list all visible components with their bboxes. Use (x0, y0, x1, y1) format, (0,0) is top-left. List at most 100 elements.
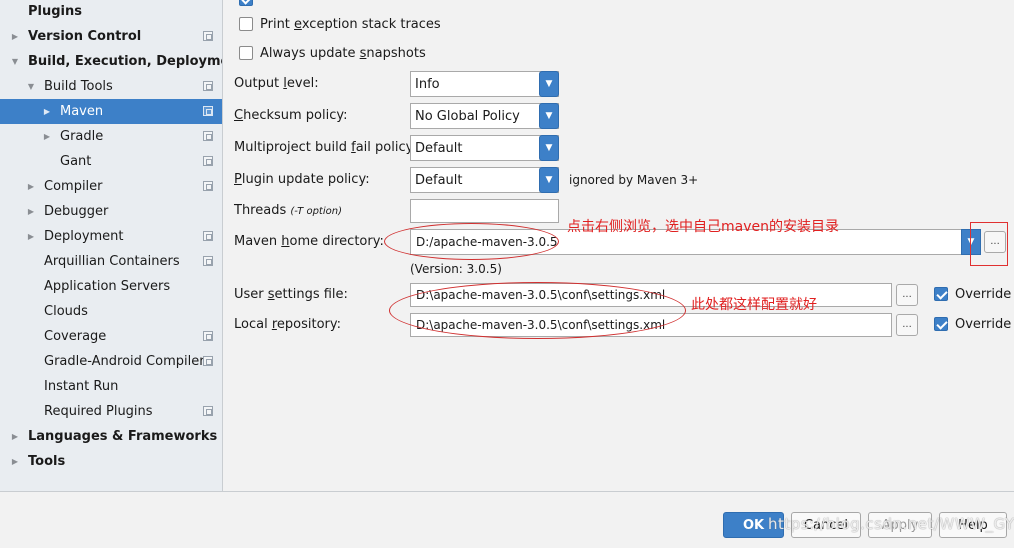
chevron-right-icon[interactable]: ▶ (10, 456, 20, 466)
sidebar-item-maven[interactable]: ▶ Maven (0, 99, 222, 124)
sidebar-item-label: Gradle (60, 129, 104, 144)
chevron-right-icon[interactable]: ▶ (42, 131, 52, 141)
top-partial-checkbox[interactable] (239, 0, 253, 6)
sidebar-item-build-execution-deployment[interactable]: ▼ Build, Execution, Deployment (0, 49, 222, 74)
annotation-config-note: 此处都这样配置就好 (691, 297, 817, 313)
user-settings-override-checkbox[interactable] (934, 287, 948, 301)
sidebar-item-deployment[interactable]: ▶ Deployment (0, 224, 222, 249)
multiproject-policy-select[interactable]: Default ▼ (410, 135, 559, 161)
threads-label: Threads (-T option) (234, 203, 342, 218)
sidebar-item-plugins[interactable]: Plugins (0, 0, 222, 24)
checksum-policy-value: No Global Policy (415, 109, 520, 124)
project-level-icon (203, 181, 213, 191)
sidebar-item-label: Maven (60, 104, 104, 119)
project-level-icon (203, 31, 213, 41)
project-level-icon (203, 231, 213, 241)
print-exception-label: Print exception stack traces (260, 17, 441, 32)
multiproject-policy-value: Default (415, 141, 463, 156)
sidebar-item-instant-run[interactable]: Instant Run (0, 374, 222, 399)
chevron-down-icon[interactable]: ▼ (26, 81, 36, 91)
sidebar-item-label: Version Control (28, 29, 142, 44)
chevron-down-icon[interactable]: ▼ (539, 71, 559, 97)
sidebar-item-label: Languages & Frameworks (28, 429, 218, 444)
chevron-right-icon[interactable]: ▶ (26, 231, 36, 241)
plugin-update-policy-value: Default (415, 173, 463, 188)
chevron-right-icon[interactable]: ▶ (10, 431, 20, 441)
chevron-down-icon[interactable]: ▼ (539, 167, 559, 193)
annotation-ellipse-maven-home (384, 223, 559, 260)
checksum-policy-select[interactable]: No Global Policy ▼ (410, 103, 559, 129)
chevron-right-icon[interactable]: ▶ (26, 181, 36, 191)
sidebar-item-label: Coverage (44, 329, 107, 344)
maven-version: (Version: 3.0.5) (410, 262, 502, 276)
sidebar-item-arquillian-containers[interactable]: Arquillian Containers (0, 249, 222, 274)
multiproject-policy-label: Multiproject build fail policy: (234, 140, 417, 155)
always-update-checkbox[interactable] (239, 46, 253, 60)
sidebar-item-tools[interactable]: ▶ Tools (0, 449, 222, 474)
sidebar-item-application-servers[interactable]: Application Servers (0, 274, 222, 299)
sidebar-item-required-plugins[interactable]: Required Plugins (0, 399, 222, 424)
plugin-update-policy-label: Plugin update policy: (234, 172, 370, 187)
chevron-down-icon[interactable]: ▼ (539, 103, 559, 129)
chevron-right-icon[interactable]: ▶ (26, 206, 36, 216)
plugin-update-hint: ignored by Maven 3+ (569, 173, 699, 187)
sidebar-item-label: Deployment (44, 229, 124, 244)
chevron-down-icon[interactable]: ▼ (539, 135, 559, 161)
sidebar-item-debugger[interactable]: ▶ Debugger (0, 199, 222, 224)
project-level-icon (203, 106, 213, 116)
sidebar-item-languages-frameworks[interactable]: ▶ Languages & Frameworks (0, 424, 222, 449)
user-settings-label: User settings file: (234, 287, 348, 302)
threads-input[interactable] (410, 199, 559, 223)
user-settings-browse-button[interactable]: ... (896, 284, 918, 306)
sidebar-item-label: Gant (60, 154, 92, 169)
annotation-box-browse (970, 222, 1008, 266)
local-repository-override-checkbox[interactable] (934, 317, 948, 331)
local-repository-override-label: Override (955, 317, 1012, 332)
sidebar-item-label: Arquillian Containers (44, 254, 180, 269)
project-level-icon (203, 331, 213, 341)
sidebar-item-label: Compiler (44, 179, 103, 194)
sidebar-item-version-control[interactable]: ▶ Version Control (0, 24, 222, 49)
sidebar-item-coverage[interactable]: Coverage (0, 324, 222, 349)
sidebar-item-label: Debugger (44, 204, 109, 219)
sidebar-item-clouds[interactable]: Clouds (0, 299, 222, 324)
annotation-ellipse-settings (389, 282, 686, 339)
print-exception-checkbox[interactable] (239, 17, 253, 31)
settings-tree: Plugins ▶ Version Control ▼ Build, Execution… (0, 0, 223, 491)
sidebar-item-label: Build Tools (44, 79, 113, 94)
sidebar-item-gradle[interactable]: ▶ Gradle (0, 124, 222, 149)
project-level-icon (203, 81, 213, 91)
maven-home-label: Maven home directory: (234, 234, 384, 249)
sidebar-item-label: Instant Run (44, 379, 119, 394)
sidebar-item-gant[interactable]: Gant (0, 149, 222, 174)
local-repository-browse-button[interactable]: ... (896, 314, 918, 336)
chevron-down-icon[interactable]: ▼ (10, 56, 20, 66)
always-update-label: Always update snapshots (260, 46, 426, 61)
output-level-label: Output level: (234, 76, 319, 91)
sidebar-item-gradle-android-compiler[interactable]: Gradle-Android Compiler (0, 349, 222, 374)
project-level-icon (203, 356, 213, 366)
checksum-policy-label: Checksum policy: (234, 108, 348, 123)
annotation-browse-note: 点击右侧浏览，选中自己maven的安装目录 (567, 219, 839, 235)
project-level-icon (203, 406, 213, 416)
chevron-right-icon[interactable]: ▶ (42, 106, 52, 116)
sidebar-item-label: Plugins (28, 4, 82, 19)
project-level-icon (203, 256, 213, 266)
project-level-icon (203, 131, 213, 141)
sidebar-item-build-tools[interactable]: ▼ Build Tools (0, 74, 222, 99)
sidebar-item-compiler[interactable]: ▶ Compiler (0, 174, 222, 199)
sidebar-item-label: Clouds (44, 304, 88, 319)
plugin-update-policy-select[interactable]: Default ▼ (410, 167, 559, 193)
threads-hint: (-T option) (290, 206, 342, 217)
maven-settings-panel: Print exception stack traces Always upda… (224, 0, 1014, 491)
local-repository-label: Local repository: (234, 317, 342, 332)
sidebar-item-label: Tools (28, 454, 66, 469)
sidebar-item-label: Application Servers (44, 279, 171, 294)
output-level-select[interactable]: Info ▼ (410, 71, 559, 97)
sidebar-item-label: Required Plugins (44, 404, 153, 419)
chevron-right-icon[interactable]: ▶ (10, 31, 20, 41)
watermark: https://blog.csdn.net/WWW_GYR (768, 515, 1014, 533)
sidebar-item-label: Build, Execution, Deployment (28, 54, 222, 69)
sidebar-item-label: Gradle-Android Compiler (44, 354, 205, 369)
project-level-icon (203, 156, 213, 166)
